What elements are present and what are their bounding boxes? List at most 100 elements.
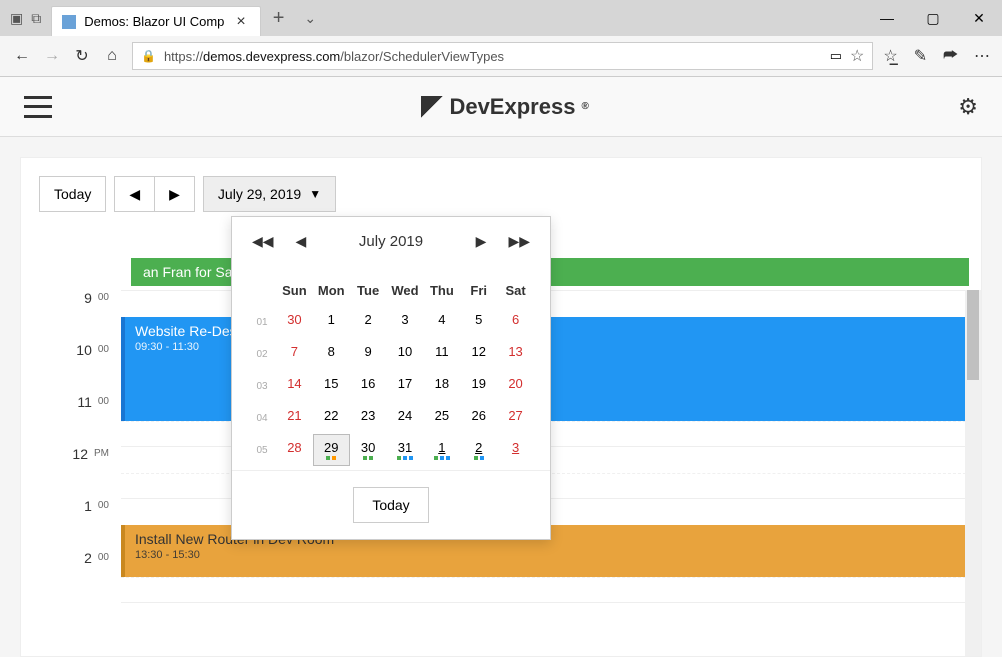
url-box[interactable]: 🔒 https://demos.devexpress.com/blazor/Sc…: [132, 42, 873, 70]
calendar-day[interactable]: 16: [350, 370, 387, 402]
calendar-day[interactable]: 23: [350, 402, 387, 434]
favorites-bar-icon[interactable]: ☆̲: [883, 46, 897, 66]
calendar-day[interactable]: 6: [497, 306, 534, 338]
tab-title: Demos: Blazor UI Comp: [84, 14, 224, 29]
calendar-day[interactable]: 4: [423, 306, 460, 338]
calendar-day[interactable]: 2: [460, 434, 497, 466]
calendar-day[interactable]: 25: [423, 402, 460, 434]
tab-bar: ▣ ⧉ Demos: Blazor UI Comp × + ⌄ — ▢ ✕: [0, 0, 1002, 36]
date-picker-button[interactable]: July 29, 2019 ▼: [203, 176, 336, 212]
calendar-day[interactable]: 31: [387, 434, 424, 466]
today-button[interactable]: Today: [39, 176, 106, 212]
calendar-day[interactable]: 10: [387, 338, 424, 370]
calendar-day[interactable]: 2: [350, 306, 387, 338]
week-number: 05: [248, 445, 276, 456]
calendar-day[interactable]: 15: [313, 370, 350, 402]
refresh-button[interactable]: ↻: [72, 46, 92, 66]
week-number: 03: [248, 381, 276, 392]
calendar-day[interactable]: 9: [350, 338, 387, 370]
calendar-day[interactable]: 29: [313, 434, 350, 466]
calendar-today-button[interactable]: Today: [353, 487, 428, 523]
calendar-popup: ◀◀ ◀ July 2019 ▶ ▶▶ SunMonTueWedThuFriSa…: [231, 216, 551, 540]
prev-button[interactable]: ◀: [114, 176, 154, 212]
calendar-day[interactable]: 24: [387, 402, 424, 434]
minimize-button[interactable]: —: [864, 0, 910, 36]
forward-button[interactable]: →: [42, 47, 62, 65]
calendar-day[interactable]: 1: [313, 306, 350, 338]
app-header: DevExpress® ⚙: [0, 77, 1002, 137]
calendar-day[interactable]: 13: [497, 338, 534, 370]
notes-icon[interactable]: ✎: [914, 46, 927, 66]
cal-prev-year-button[interactable]: ◀◀: [248, 229, 278, 254]
gear-icon[interactable]: ⚙: [958, 94, 978, 120]
reading-view-icon[interactable]: ▭: [830, 48, 842, 64]
time-label: 1100: [21, 394, 121, 446]
calendar-day[interactable]: 21: [276, 402, 313, 434]
calendar-day[interactable]: 8: [313, 338, 350, 370]
weekday-header: Sun: [276, 274, 313, 306]
calendar-day[interactable]: 3: [497, 434, 534, 466]
tab-stack-icon[interactable]: ▣: [10, 10, 23, 27]
close-window-button[interactable]: ✕: [956, 0, 1002, 36]
devexpress-logo-icon: [421, 96, 443, 118]
next-button[interactable]: ▶: [154, 176, 195, 212]
cal-next-month-button[interactable]: ▶: [472, 229, 491, 254]
calendar-footer: Today: [232, 470, 550, 539]
weekday-header: Mon: [313, 274, 350, 306]
time-labels: 9001000110012PM100200: [21, 290, 121, 602]
calendar-day[interactable]: 27: [497, 402, 534, 434]
time-label: 12PM: [21, 446, 121, 498]
calendar-day[interactable]: 7: [276, 338, 313, 370]
calendar-day[interactable]: 26: [460, 402, 497, 434]
calendar-day[interactable]: 19: [460, 370, 497, 402]
calendar-title[interactable]: July 2019: [359, 233, 423, 250]
favorite-icon[interactable]: ☆: [850, 46, 864, 66]
browser-tab[interactable]: Demos: Blazor UI Comp ×: [51, 6, 261, 36]
week-number: 04: [248, 413, 276, 424]
content: Today ◀ ▶ July 29, 2019 ▼ ◀◀ ◀ July 2019…: [20, 157, 982, 657]
cal-prev-month-button[interactable]: ◀: [292, 229, 311, 254]
nav-button-group: ◀ ▶: [114, 176, 195, 212]
weekday-header: Thu: [423, 274, 460, 306]
tabs-chevron-icon[interactable]: ⌄: [296, 10, 324, 27]
scrollbar[interactable]: [965, 290, 981, 656]
calendar-day[interactable]: 14: [276, 370, 313, 402]
lock-icon: 🔒: [141, 49, 156, 63]
cal-next-year-button[interactable]: ▶▶: [504, 229, 534, 254]
calendar-grid: SunMonTueWedThuFriSat0130123456027891011…: [232, 266, 550, 470]
calendar-day[interactable]: 12: [460, 338, 497, 370]
calendar-day[interactable]: 11: [423, 338, 460, 370]
week-number: 02: [248, 349, 276, 360]
weekday-header: Fri: [460, 274, 497, 306]
calendar-day[interactable]: 1: [423, 434, 460, 466]
weekday-header: Sat: [497, 274, 534, 306]
calendar-day[interactable]: 30: [276, 306, 313, 338]
calendar-day[interactable]: 28: [276, 434, 313, 466]
calendar-day[interactable]: 3: [387, 306, 424, 338]
time-label: 900: [21, 290, 121, 342]
maximize-button[interactable]: ▢: [910, 0, 956, 36]
close-tab-icon[interactable]: ×: [232, 13, 249, 31]
tab-aside-icon[interactable]: ⧉: [31, 10, 41, 27]
more-icon[interactable]: ⋯: [974, 46, 990, 66]
time-label: 200: [21, 550, 121, 602]
time-label: 100: [21, 498, 121, 550]
hamburger-menu-button[interactable]: [24, 96, 52, 118]
calendar-day[interactable]: 18: [423, 370, 460, 402]
calendar-day[interactable]: 20: [497, 370, 534, 402]
share-icon[interactable]: ⮫: [943, 47, 958, 65]
address-bar: ← → ↻ ⌂ 🔒 https://demos.devexpress.com/b…: [0, 36, 1002, 76]
back-button[interactable]: ←: [12, 47, 32, 65]
calendar-day[interactable]: 17: [387, 370, 424, 402]
calendar-day[interactable]: 30: [350, 434, 387, 466]
browser-chrome: ▣ ⧉ Demos: Blazor UI Comp × + ⌄ — ▢ ✕ ← …: [0, 0, 1002, 77]
brand-logo: DevExpress®: [421, 94, 588, 120]
home-button[interactable]: ⌂: [102, 47, 122, 65]
chevron-down-icon: ▼: [309, 187, 321, 201]
weekday-header: Tue: [350, 274, 387, 306]
calendar-day[interactable]: 22: [313, 402, 350, 434]
calendar-day[interactable]: 5: [460, 306, 497, 338]
time-label: 1000: [21, 342, 121, 394]
scrollbar-thumb[interactable]: [967, 290, 979, 380]
new-tab-button[interactable]: +: [261, 7, 297, 30]
